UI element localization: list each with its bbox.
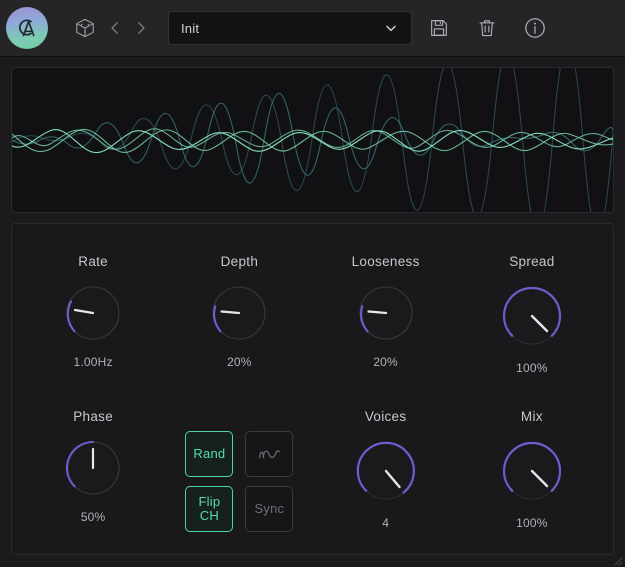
preset-selector[interactable]: Init (168, 11, 412, 45)
knob-phase-dial[interactable] (60, 435, 126, 501)
knob-row-1: Rate 1.00Hz Depth 20% (20, 254, 605, 375)
header-bar: Init (0, 0, 625, 57)
knob-voices-label: Voices (365, 409, 407, 424)
knob-rate-label: Rate (78, 254, 108, 269)
info-circle-icon[interactable] (522, 13, 548, 43)
knob-depth-dial[interactable] (206, 280, 272, 346)
sync-button[interactable]: Sync (245, 486, 293, 532)
knob-phase-label: Phase (73, 409, 113, 424)
knob-row-2: Phase 50% Rand (20, 409, 605, 532)
resize-grip[interactable] (611, 553, 623, 565)
toggle-button-group: Rand Flip CH (168, 409, 310, 532)
knob-voices[interactable]: Voices 4 (315, 409, 457, 530)
rand-button[interactable]: Rand (185, 431, 233, 477)
knob-voices-dial[interactable] (350, 435, 422, 507)
knob-looseness[interactable]: Looseness 20% (315, 254, 457, 369)
knob-rate-dial[interactable] (60, 280, 126, 346)
trash-icon[interactable] (474, 13, 500, 43)
plugin-body: Rate 1.00Hz Depth 20% (0, 57, 625, 567)
knob-looseness-dial[interactable] (353, 280, 419, 346)
header-actions (426, 13, 548, 43)
knob-depth-value: 20% (227, 355, 252, 369)
knob-spread-value: 100% (516, 361, 548, 375)
knob-depth-label: Depth (221, 254, 259, 269)
sync-button-label: Sync (255, 502, 285, 516)
knob-voices-value: 4 (382, 516, 389, 530)
knob-looseness-label: Looseness (352, 254, 420, 269)
flip-ch-button-line1: Flip (199, 495, 221, 509)
knob-mix-value: 100% (516, 516, 548, 530)
toggle-button-row-2: Flip CH Sync (185, 486, 293, 532)
flip-ch-button[interactable]: Flip CH (185, 486, 233, 532)
chevron-left-icon[interactable] (102, 11, 128, 45)
chevron-down-icon (383, 20, 399, 36)
waveform-icon (257, 445, 281, 463)
knob-looseness-value: 20% (373, 355, 398, 369)
chevron-right-icon[interactable] (128, 11, 154, 45)
knob-depth[interactable]: Depth 20% (168, 254, 310, 369)
knob-mix-label: Mix (521, 409, 543, 424)
brand-logo-ca[interactable] (6, 7, 48, 49)
toggle-button-row-1: Rand (185, 431, 293, 477)
knob-spread-label: Spread (509, 254, 554, 269)
3d-cube-icon[interactable] (68, 11, 102, 45)
knob-rate-value: 1.00Hz (74, 355, 113, 369)
knob-mix-dial[interactable] (496, 435, 568, 507)
lfo-waveform-display[interactable] (11, 67, 614, 213)
knob-spread-dial[interactable] (496, 280, 568, 352)
knob-mix[interactable]: Mix 100% (461, 409, 603, 530)
save-floppy-icon[interactable] (426, 13, 452, 43)
knob-spread[interactable]: Spread 100% (461, 254, 603, 375)
rand-button-label: Rand (193, 447, 225, 461)
shape-button[interactable] (245, 431, 293, 477)
controls-panel: Rate 1.00Hz Depth 20% (11, 223, 614, 555)
plugin-window: Init (0, 0, 625, 567)
preset-name: Init (181, 21, 383, 36)
flip-ch-button-line2: CH (200, 509, 219, 523)
knob-rate[interactable]: Rate 1.00Hz (22, 254, 164, 369)
knob-phase[interactable]: Phase 50% (22, 409, 164, 524)
knob-phase-value: 50% (81, 510, 106, 524)
